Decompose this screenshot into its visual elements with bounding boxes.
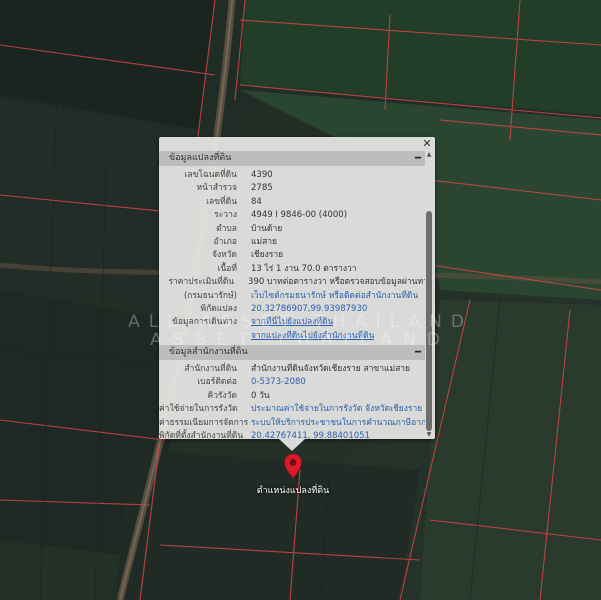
info-row-link[interactable]: ประมาณค่าใช้จ่ายในการรังวัด จังหวัดเชียง… — [251, 403, 422, 416]
info-row: เลขที่ดิน 84 — [159, 196, 425, 209]
popup-scroll-area[interactable]: ข้อมูลแปลงที่ดิน ━ เลขโฉนดที่ดิน 4390 หน้า… — [159, 151, 425, 439]
info-row: ค่าใช้จ่ายในการรังวัด ประมาณค่าใช้จ่ายในก… — [159, 403, 425, 416]
info-row-value: 4390 — [251, 170, 273, 180]
info-row-value: สำนักงานที่ดินจังหวัดเชียงราย สาขาแม่สาย — [251, 364, 411, 375]
land-info-rows: เลขโฉนดที่ดิน 4390 หน้าสำรวจ 2785 เลขที่ดิน 8… — [159, 166, 425, 343]
info-row-label: เนื้อที่ — [217, 263, 237, 274]
info-row: ระวาง 4949 I 9846-00 (4000) — [159, 209, 425, 222]
info-row-link[interactable]: เว็บไซต์กรมธนารักษ์ หรือติดต่อสำนักงานที… — [251, 290, 418, 303]
scroll-thumb[interactable] — [426, 211, 432, 431]
info-row-link[interactable]: 20.42767411, 99.88401051 — [251, 430, 370, 439]
info-row: ค่าธรรมเนียมการจัดการ ระบบให้บริการประชาช… — [159, 417, 425, 430]
info-row: เบอร์ติดต่อ 0-5373-2080 — [159, 376, 425, 389]
info-row: พิกัดที่ตั้งสำนักงานที่ดิน 20.42767411, 9… — [159, 430, 425, 439]
info-row-label: ค่าใช้จ่ายในการรังวัด — [159, 404, 238, 415]
info-popup: ✕ ข้อมูลแปลงที่ดิน ━ เลขโฉนดที่ดิน 4390 หน… — [159, 137, 435, 439]
scrollbar[interactable]: ▲ ▼ — [425, 151, 433, 439]
info-row: จังหวัด เชียงราย — [159, 249, 425, 262]
popup-tail — [279, 439, 305, 451]
info-row: (กรมธนารักษ์) เว็บไซต์กรมธนารักษ์ หรือติด… — [159, 290, 425, 303]
info-row: เนื้อที่ 13 ไร่ 1 งาน 70.0 ตารางวา — [159, 263, 425, 276]
info-row-label: อำเภอ — [213, 236, 238, 247]
office-info-title: ข้อมูลสำนักงานที่ดิน — [169, 347, 248, 358]
office-info-header[interactable]: ข้อมูลสำนักงานที่ดิน ━ — [159, 345, 425, 361]
info-row-value: 4949 I 9846-00 (4000) — [251, 210, 348, 221]
info-row-label: (กรมธนารักษ์) — [183, 290, 237, 301]
info-row-label: พิกัดที่ตั้งสำนักงานที่ดิน — [159, 431, 244, 439]
scroll-down-icon[interactable]: ▼ — [425, 431, 433, 439]
close-icon[interactable]: ✕ — [421, 138, 433, 150]
info-row: พิกัดแปลง 20.32786907,99.93987930 — [159, 303, 425, 316]
scroll-up-icon[interactable]: ▲ — [425, 151, 433, 159]
info-row: ข้อมูลการเดินทาง จากที่นี่ไปยังแปลงที่ดิน — [159, 316, 425, 329]
info-row-value: 13 ไร่ 1 งาน 70.0 ตารางวา — [251, 263, 357, 274]
info-row-link[interactable]: จากที่นี่ไปยังแปลงที่ดิน — [251, 316, 333, 329]
collapse-icon[interactable]: ━ — [415, 345, 421, 360]
info-row-label: เลขที่ดิน — [206, 196, 237, 207]
info-row: จากแปลงที่ดินไปยังสำนักงานที่ดิน — [159, 330, 425, 343]
info-row-label: จังหวัด — [211, 250, 237, 261]
info-row-link[interactable]: 0-5373-2080 — [251, 376, 306, 389]
info-row-link[interactable]: จากแปลงที่ดินไปยังสำนักงานที่ดิน — [251, 330, 374, 343]
info-row-value: บ้านด้าย — [251, 223, 283, 234]
info-row-label — [159, 330, 251, 343]
land-info-header[interactable]: ข้อมูลแปลงที่ดิน ━ — [159, 151, 425, 166]
info-row-value: 2785 — [251, 183, 273, 194]
info-row-label: ค่าธรรมเนียมการจัดการ — [159, 417, 249, 428]
info-row-value: 84 — [251, 196, 262, 207]
info-row-value: 390 บาทต่อตารางวา หรือตรวจสอบข้อมูลผ่านท… — [248, 277, 425, 288]
info-row: ตำบล บ้านด้าย — [159, 223, 425, 236]
info-row-value: 0 วัน — [251, 390, 270, 401]
info-row-label: ระวาง — [214, 210, 237, 221]
info-row: อำเภอ แม่สาย — [159, 236, 425, 249]
collapse-icon[interactable]: ━ — [415, 151, 421, 166]
info-row: ราคาประเมินที่ดิน 390 บาทต่อตารางวา หรือต… — [159, 276, 425, 289]
info-row: คิวรังวัด 0 วัน — [159, 390, 425, 403]
land-info-title: ข้อมูลแปลงที่ดิน — [169, 153, 232, 163]
info-row-label: พิกัดแปลง — [200, 303, 237, 314]
office-info-rows: สำนักงานที่ดิน สำนักงานที่ดินจังหวัดเชียง… — [159, 360, 425, 439]
info-row-label: เลขโฉนดที่ดิน — [184, 170, 237, 180]
info-row: สำนักงานที่ดิน สำนักงานที่ดินจังหวัดเชียง… — [159, 363, 425, 376]
map-pin-icon[interactable] — [283, 453, 303, 479]
info-row: เลขโฉนดที่ดิน 4390 — [159, 169, 425, 182]
info-row: หน้าสำรวจ 2785 — [159, 182, 425, 195]
info-row-label: ข้อมูลการเดินทาง — [172, 317, 237, 328]
info-row-label: สำนักงานที่ดิน — [184, 364, 237, 375]
info-row-link[interactable]: ระบบให้บริการประชาชนในการคำนวณภาษีอากร — [251, 417, 425, 430]
info-row-label: คิวรังวัด — [207, 390, 237, 401]
info-row-label: ราคาประเมินที่ดิน — [168, 277, 235, 288]
marker-label: ตำแหน่งแปลงที่ดิน — [256, 486, 330, 496]
info-row-value: แม่สาย — [251, 236, 278, 247]
info-row-label: ตำบล — [216, 223, 237, 234]
info-row-link[interactable]: 20.32786907,99.93987930 — [251, 303, 367, 316]
info-row-label: หน้าสำรวจ — [196, 183, 237, 194]
info-row-value: เชียงราย — [251, 250, 284, 261]
info-row-label: เบอร์ติดต่อ — [197, 377, 237, 388]
